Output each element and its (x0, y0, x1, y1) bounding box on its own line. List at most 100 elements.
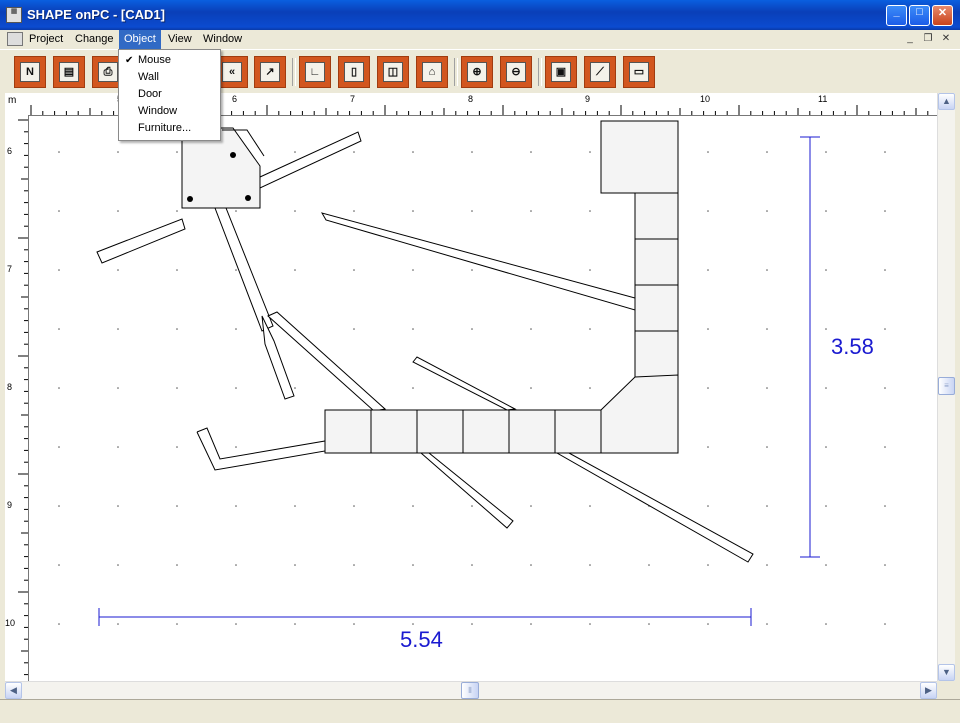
furniture-block[interactable] (600, 120, 679, 194)
wall-segment[interactable] (96, 218, 186, 264)
mdi-restore-button[interactable]: ❐ (921, 32, 935, 46)
grid-dot (471, 623, 473, 625)
checkmark-icon: ✔ (125, 55, 134, 66)
zoom-out-button[interactable]: ⊖ (500, 56, 532, 88)
grid-dot (353, 269, 355, 271)
wall-block[interactable] (370, 409, 418, 454)
mdi-minimize-button[interactable]: _ (903, 32, 917, 46)
frame-view-button[interactable]: ▭ (623, 56, 655, 88)
grid-dot (117, 505, 119, 507)
wall-corner-block[interactable] (600, 374, 679, 454)
ruler-label-6: 6 (232, 94, 238, 104)
menu-change[interactable]: Change (70, 30, 119, 49)
ruler-unit: m (8, 95, 17, 106)
grid-dot (235, 269, 237, 271)
grid-dot (353, 505, 355, 507)
door-button[interactable]: ▯ (338, 56, 370, 88)
wall-block[interactable] (634, 284, 679, 332)
grid-dot (412, 505, 414, 507)
app-icon[interactable]: ▦ (6, 7, 22, 23)
furniture-button[interactable]: ⌂ (416, 56, 448, 88)
menu-option-window[interactable]: Window (119, 103, 218, 120)
grid-dot (117, 446, 119, 448)
grid-dot (471, 564, 473, 566)
menu-window[interactable]: Window (198, 30, 247, 49)
wall-segment[interactable] (320, 212, 636, 311)
horizontal-scrollbar[interactable]: ◀ ⦀ ▶ (5, 681, 937, 699)
drawing-canvas[interactable]: 3.58 5.54 (29, 116, 937, 681)
zoom-in-button[interactable]: ⊕ (461, 56, 493, 88)
wall-segment[interactable] (214, 207, 274, 332)
measure-button[interactable]: ⟋ (584, 56, 616, 88)
grid-dot (176, 446, 178, 448)
wall-segment[interactable] (412, 356, 517, 411)
wall-block[interactable] (462, 409, 510, 454)
menu-object[interactable]: Object (119, 30, 161, 49)
wall-segment[interactable] (259, 131, 362, 189)
ruler-measure-icon: ⟋ (590, 62, 610, 82)
grid-dot (530, 210, 532, 212)
document-icon[interactable] (7, 32, 23, 46)
menu-option-door[interactable]: Door (119, 86, 218, 103)
menu-option-label: Mouse (138, 54, 172, 66)
pages-icon: ▤ (59, 62, 79, 82)
status-bar (0, 699, 960, 723)
node-handle[interactable] (245, 195, 251, 201)
wall-block[interactable] (416, 409, 464, 454)
menu-option-mouse[interactable]: ✔ Mouse (119, 52, 218, 69)
wall-block[interactable] (554, 409, 602, 454)
horizontal-scroll-thumb[interactable]: ⦀ (461, 682, 479, 699)
fit-view-button[interactable]: ▣ (545, 56, 577, 88)
grid-dot (589, 210, 591, 212)
vertical-scroll-thumb[interactable]: ≡ (938, 377, 955, 395)
scroll-up-button[interactable]: ▲ (938, 93, 955, 110)
mdi-close-button[interactable]: ✕ (939, 32, 953, 46)
grid-dot (825, 151, 827, 153)
grid-dot (235, 328, 237, 330)
node-handle[interactable] (187, 196, 193, 202)
menu-option-furniture[interactable]: Furniture... (119, 120, 218, 137)
grid-dot (589, 623, 591, 625)
wall-block[interactable] (324, 409, 372, 454)
menu-option-wall[interactable]: Wall (119, 69, 218, 86)
scrollbar-corner (937, 681, 954, 698)
minimize-button[interactable]: _ (886, 5, 907, 26)
grid-dot (766, 269, 768, 271)
maximize-button[interactable]: □ (909, 5, 930, 26)
close-button[interactable]: ✕ (932, 5, 953, 26)
grid-dot (235, 387, 237, 389)
vertical-scrollbar[interactable]: ▲ ≡ ▼ (937, 93, 955, 681)
wall-block[interactable] (634, 238, 679, 286)
grid-dot (884, 151, 886, 153)
wall-block[interactable] (634, 330, 679, 378)
scroll-down-button[interactable]: ▼ (938, 664, 955, 681)
grid-dot (235, 210, 237, 212)
grid-dot (176, 564, 178, 566)
wall-segment[interactable] (196, 427, 326, 471)
grid-dot (235, 564, 237, 566)
grid-dot (589, 387, 591, 389)
wall-segment[interactable] (419, 452, 514, 529)
menu-project[interactable]: Project (24, 30, 68, 49)
wall-block[interactable] (634, 192, 679, 240)
ruler-label-8: 8 (468, 94, 474, 104)
scroll-left-button[interactable]: ◀ (5, 682, 22, 699)
node-handle[interactable] (230, 152, 236, 158)
wall-corner-icon: ∟ (305, 62, 325, 82)
title-bar[interactable]: ▦ SHAPE onPC - [CAD1] _ □ ✕ (0, 0, 960, 30)
frame-view-icon: ▭ (629, 62, 649, 82)
wall-segment[interactable] (555, 452, 754, 563)
grid-dot (825, 505, 827, 507)
ruler-label-11: 11 (818, 94, 828, 104)
grid-dot (58, 446, 60, 448)
menu-view[interactable]: View (163, 30, 197, 49)
pointer-button[interactable]: ↗ (254, 56, 286, 88)
grid-dot (707, 328, 709, 330)
floor-plan-drawing[interactable] (29, 116, 937, 681)
wall-block[interactable] (508, 409, 556, 454)
window-tool-button[interactable]: ◫ (377, 56, 409, 88)
scroll-right-button[interactable]: ▶ (920, 682, 937, 699)
new-button[interactable]: N (14, 56, 46, 88)
wall-button[interactable]: ∟ (299, 56, 331, 88)
pages-button[interactable]: ▤ (53, 56, 85, 88)
